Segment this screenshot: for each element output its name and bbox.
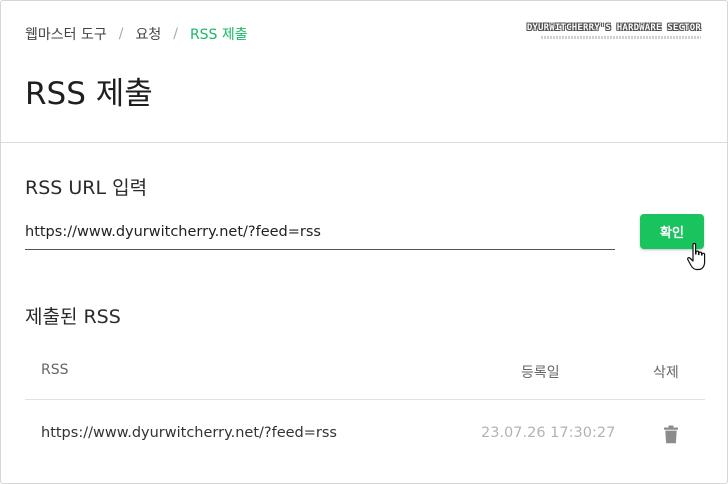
column-header-registered: 등록일	[521, 365, 560, 381]
rss-submit-panel: 웹마스터 도구 / 요청 / RSS 제출 DYURWITCHERRY'S HA…	[0, 0, 728, 484]
breadcrumb-item-webmaster-tools[interactable]: 웹마스터 도구	[25, 24, 107, 44]
hand-pointer-cursor-icon	[687, 242, 706, 271]
page-header: 웹마스터 도구 / 요청 / RSS 제출 DYURWITCHERRY'S HA…	[1, 1, 727, 143]
watermark-text: DYURWITCHERRY'S HARDWARE SECTOR	[526, 23, 701, 33]
breadcrumb-separator: /	[173, 26, 178, 42]
watermark-subline	[541, 36, 701, 39]
trash-icon[interactable]	[663, 425, 679, 444]
row-rss-url: https://www.dyurwitcherry.net/?feed=rss	[41, 425, 337, 441]
breadcrumb: 웹마스터 도구 / 요청 / RSS 제출	[25, 24, 248, 44]
submitted-rss-label: 제출된 RSS	[25, 306, 121, 328]
table-row: https://www.dyurwitcherry.net/?feed=rss …	[25, 400, 705, 466]
rss-url-input[interactable]	[25, 215, 615, 250]
submitted-rss-table: RSS 등록일 삭제 https://www.dyurwitcherry.net…	[25, 349, 705, 466]
row-registered-date: 23.07.26 17:30:27	[481, 425, 616, 441]
watermark: DYURWITCHERRY'S HARDWARE SECTOR	[527, 24, 701, 39]
breadcrumb-separator: /	[118, 26, 124, 42]
breadcrumb-item-request[interactable]: 요청	[135, 24, 161, 44]
column-header-rss: RSS	[41, 362, 69, 378]
rss-url-label: RSS URL 입력	[25, 177, 148, 199]
table-header: RSS 등록일 삭제	[25, 349, 705, 400]
page-title: RSS 제출	[25, 76, 153, 112]
breadcrumb-item-rss-submit: RSS 제출	[189, 27, 248, 43]
column-header-delete: 삭제	[653, 365, 679, 381]
